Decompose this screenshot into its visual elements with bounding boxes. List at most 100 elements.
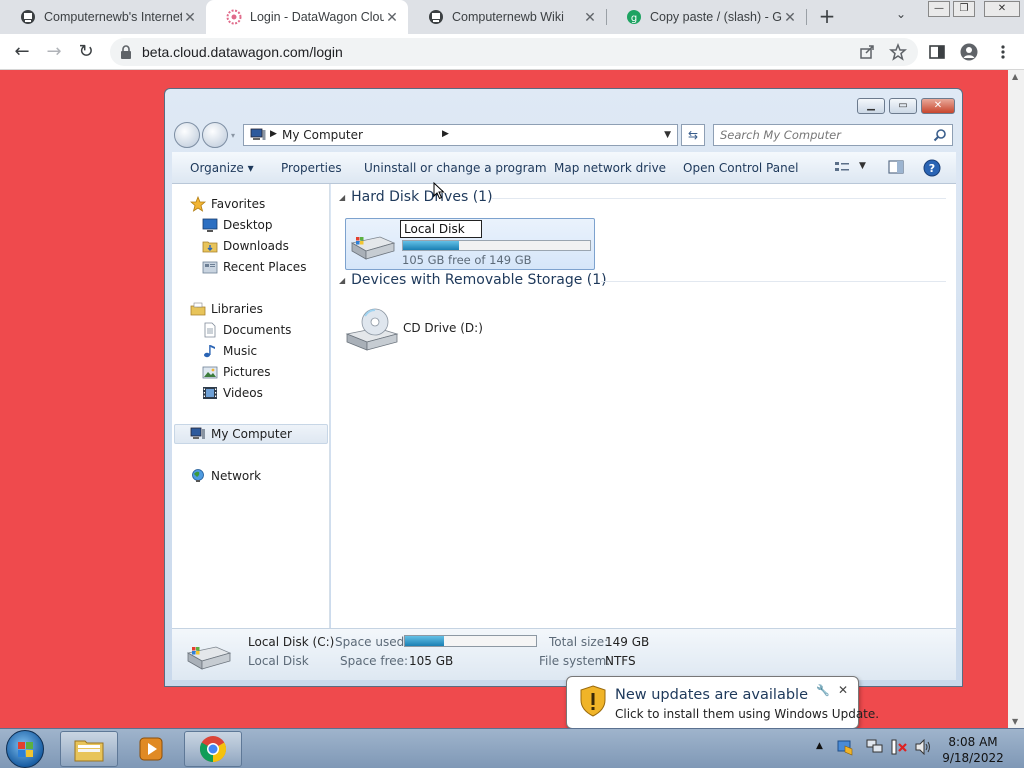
nav-videos[interactable]: Videos [202, 384, 263, 402]
tab-glyph-copy-paste[interactable]: g Copy paste / (slash) - Glyph ✕ [606, 0, 806, 34]
nav-label: Recent Places [223, 260, 307, 274]
change-view-icon[interactable] [834, 160, 850, 177]
explorer-forward-button[interactable] [202, 122, 228, 148]
details-total-size-label: Total size: [549, 635, 609, 649]
documents-icon [204, 322, 216, 338]
kebab-menu-icon[interactable] [994, 43, 1012, 61]
disk-free-text: 105 GB free of 149 GB [402, 253, 532, 267]
action-center-tray-icon[interactable] [890, 739, 908, 758]
explorer-address-bar[interactable]: ▶ My Computer ▶ ▼ [243, 124, 678, 146]
search-input[interactable] [720, 127, 925, 143]
details-file-system-label: File system: [539, 654, 611, 668]
side-panel-icon[interactable] [928, 43, 946, 61]
update-notification-balloon[interactable]: New updates are available Click to insta… [566, 676, 879, 738]
tab-computernewb-internet[interactable]: Computernewb's Internet ✕ [0, 0, 206, 34]
network-tray-icon[interactable] [866, 739, 884, 758]
windows-update-tray-icon[interactable] [837, 738, 853, 759]
forward-button[interactable]: → [44, 42, 64, 62]
address-history-dropdown-icon[interactable]: ▼ [664, 130, 671, 140]
cd-drive-icon[interactable] [345, 306, 399, 357]
new-tab-button[interactable]: + [816, 5, 838, 27]
breadcrumb-chevron-icon[interactable]: ▶ [270, 129, 277, 139]
tab-search-button[interactable]: ⌄ [896, 7, 906, 21]
nav-favorites[interactable]: Favorites [190, 195, 265, 213]
tab-datawagon-login[interactable]: Login - DataWagon Cloud ✕ [206, 0, 408, 34]
nav-recent-places[interactable]: Recent Places [202, 258, 306, 276]
recent-pages-icon[interactable]: ▾ [231, 131, 235, 140]
rename-input[interactable]: Local Disk [400, 220, 482, 238]
view-options-dropdown-icon[interactable]: ▼ [859, 161, 866, 171]
volume-speaker-icon[interactable] [914, 738, 932, 758]
disk-usage-bar [402, 240, 591, 251]
explorer-maximize-button[interactable]: ▭ [889, 98, 917, 114]
nav-my-computer[interactable]: My Computer [190, 425, 292, 443]
nav-desktop[interactable]: Desktop [202, 216, 273, 234]
options-wrench-icon[interactable]: 🔧 [816, 684, 830, 697]
show-hidden-icons-icon[interactable]: ▲ [816, 741, 823, 751]
back-button[interactable]: ← [12, 42, 32, 62]
windows-update-shield-icon [579, 685, 607, 720]
taskbar-media-player-button[interactable] [122, 731, 180, 767]
explorer-refresh-button[interactable]: ⇆ [681, 124, 705, 146]
close-window-button[interactable]: ✕ [984, 1, 1020, 17]
notification-message: Click to install them using Windows Upda… [615, 707, 880, 721]
cd-drive-label[interactable]: CD Drive (D:) [403, 321, 483, 335]
taskbar-clock[interactable]: 8:08 AM 9/18/2022 [934, 734, 1012, 766]
details-drive-type: Local Disk [248, 654, 309, 668]
nav-libraries[interactable]: Libraries [190, 300, 263, 318]
nav-downloads[interactable]: Downloads [202, 237, 289, 255]
close-notification-icon[interactable]: ✕ [838, 683, 848, 697]
share-icon[interactable] [858, 43, 876, 61]
close-tab-icon[interactable]: ✕ [582, 9, 598, 26]
profile-avatar-icon[interactable] [960, 43, 978, 61]
uninstall-program-button[interactable]: Uninstall or change a program [364, 161, 547, 175]
organize-button[interactable]: Organize ▾ [190, 161, 254, 175]
collapse-triangle-icon[interactable]: ◢ [339, 276, 345, 285]
scroll-up-icon[interactable]: ▲ [1012, 72, 1018, 81]
explorer-close-button[interactable]: ✕ [921, 98, 955, 114]
explorer-search-box[interactable] [713, 124, 953, 146]
taskbar: ▲ 8:08 AM 9/18/2022 [0, 728, 1024, 768]
group-removable-storage[interactable]: ◢ Devices with Removable Storage (1) [339, 272, 607, 288]
breadcrumb-my-computer[interactable]: My Computer [282, 128, 363, 142]
preview-pane-icon[interactable] [888, 160, 904, 177]
details-space-used-label: Space used: [335, 635, 409, 649]
nav-pictures[interactable]: Pictures [202, 363, 271, 381]
minimize-window-button[interactable]: — [928, 1, 950, 17]
nav-label: Pictures [223, 365, 271, 379]
bookmark-star-icon[interactable] [889, 42, 907, 61]
close-tab-icon[interactable]: ✕ [782, 9, 798, 26]
map-network-drive-button[interactable]: Map network drive [554, 161, 666, 175]
address-bar[interactable]: beta.cloud.datawagon.com/login [110, 38, 918, 66]
tab-computernewb-wiki[interactable]: Computernewb Wiki ✕ [408, 0, 606, 34]
libraries-icon [190, 302, 206, 316]
group-divider [491, 198, 946, 199]
restore-window-button[interactable]: ❐ [953, 1, 975, 17]
properties-button[interactable]: Properties [281, 161, 342, 175]
open-control-panel-button[interactable]: Open Control Panel [683, 161, 798, 175]
group-hard-disk-drives[interactable]: ◢ Hard Disk Drives (1) [339, 189, 493, 205]
nav-label: Music [223, 344, 258, 358]
start-button[interactable] [6, 730, 44, 768]
scroll-down-icon[interactable]: ▼ [1012, 717, 1018, 726]
explorer-back-button[interactable] [174, 122, 200, 148]
help-icon[interactable]: ? [923, 159, 941, 180]
nav-music[interactable]: Music [202, 342, 257, 360]
collapse-triangle-icon[interactable]: ◢ [339, 193, 345, 202]
reload-button[interactable]: ↻ [76, 42, 96, 62]
computer-icon [190, 427, 205, 439]
taskbar-chrome-button[interactable] [184, 731, 242, 767]
url-text: beta.cloud.datawagon.com/login [142, 44, 343, 60]
search-icon[interactable] [933, 128, 947, 145]
nav-network[interactable]: Network [190, 467, 261, 485]
nav-documents[interactable]: Documents [202, 321, 291, 339]
tab-title: Computernewb's Internet [44, 10, 182, 24]
local-disk-tile[interactable]: Local Disk 105 GB free of 149 GB [345, 218, 595, 270]
nav-label: Videos [223, 386, 263, 400]
taskbar-explorer-button[interactable] [60, 731, 118, 767]
explorer-minimize-button[interactable]: ▁ [857, 98, 885, 114]
breadcrumb-chevron-icon[interactable]: ▶ [442, 129, 449, 139]
close-tab-icon[interactable]: ✕ [182, 9, 198, 26]
close-tab-icon[interactable]: ✕ [384, 9, 400, 26]
page-scrollbar[interactable]: ▲ ▼ [1008, 70, 1024, 728]
